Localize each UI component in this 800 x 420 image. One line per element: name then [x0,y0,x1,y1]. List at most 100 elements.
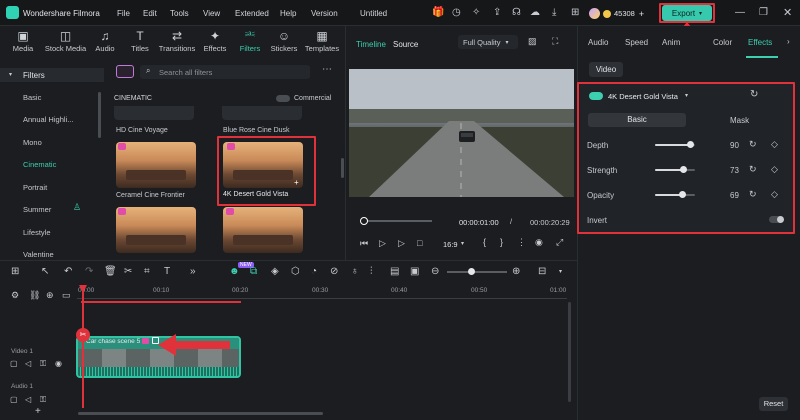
layout-icon[interactable]: ⊞ [11,266,19,277]
menu-version[interactable]: Version [311,9,338,18]
more-icon[interactable]: ⋮ [517,237,526,248]
tab-timeline[interactable]: Timeline [356,40,386,49]
expand-icon[interactable]: ⤢ [556,237,563,248]
avatar[interactable] [589,8,600,19]
menu-help[interactable]: Help [280,9,296,18]
close-icon[interactable]: ✕ [783,6,792,19]
menu-view[interactable]: View [203,9,220,18]
mic-icon[interactable]: ♁ [351,266,359,277]
timeline-hscroll[interactable] [78,412,323,415]
chevron-right-icon[interactable]: › [787,37,790,46]
menu-extended[interactable]: Extended [235,9,269,18]
fullscreen-icon[interactable]: ⛶ [552,36,558,47]
grid-scrollbar[interactable] [341,158,344,178]
quality-select[interactable]: Full Quality ▾ [458,35,518,49]
work-area-bar[interactable] [81,301,241,303]
gift-icon[interactable]: 🎁 [432,7,444,18]
subtab-video[interactable]: Video [589,62,623,77]
cloud-icon[interactable]: ☁ [530,7,540,18]
add-icon[interactable]: + [35,406,41,417]
filter-card-ceramel[interactable] [116,142,196,188]
split-handle-icon[interactable]: ✂ [76,328,90,342]
sidebar-scrollbar[interactable] [98,92,101,138]
add-track-icon[interactable]: ⊕ [46,290,54,301]
tool-templates[interactable]: ▦ Templates [302,28,342,53]
undo-icon[interactable]: ↶ [64,266,72,277]
camera-icon[interactable]: ◉ [535,237,543,248]
tool-stock-media[interactable]: ◫ Stock Media [43,28,88,53]
mark-in-icon[interactable]: { [483,237,486,247]
lock-icon[interactable]: ⚿ [40,395,46,405]
tab-source[interactable]: Source [393,40,418,49]
mark-out-icon[interactable]: } [500,237,503,247]
tab-audio[interactable]: Audio [588,38,608,47]
crop-icon[interactable]: ⌗ [144,266,150,277]
sidebar-item-lifestyle[interactable]: Lifestyle [23,228,51,237]
more-tools-icon[interactable]: » [190,266,196,277]
select-tool-icon[interactable]: ↖ [41,266,49,277]
mixer-icon[interactable]: ⫶ [370,266,373,277]
shield-icon[interactable]: ⬡ [291,266,300,277]
progress-knob[interactable] [360,217,368,225]
progress-track[interactable] [362,220,432,222]
speaker-icon[interactable]: ◁ [25,395,31,404]
credits-badge[interactable]: 45308 + [603,7,644,20]
favorites-button[interactable] [116,65,134,78]
grid-icon[interactable]: ⊞ [571,7,579,18]
filter-card[interactable] [223,207,303,253]
track-settings-icon[interactable]: ⚙ [11,290,19,301]
clock-icon[interactable]: ◷ [452,7,461,18]
sidebar-item-valentine[interactable]: Valentine [23,250,54,259]
step-back-icon[interactable]: ▷ [379,238,386,249]
sidebar-header[interactable] [0,68,104,82]
maximize-icon[interactable]: ❐ [759,7,768,18]
motion-icon[interactable]: ⊘ [330,266,338,277]
share-icon[interactable]: ⇪ [493,7,501,18]
sidebar-item-mono[interactable]: Mono [23,138,42,147]
commercial-toggle[interactable] [276,95,290,102]
prev-frame-icon[interactable]: ⏮ [360,238,368,249]
snap-icon[interactable]: ⧉ [250,266,257,277]
menu-file[interactable]: File [117,9,130,18]
headset-icon[interactable]: ☊ [512,7,521,18]
menu-edit[interactable]: Edit [143,9,157,18]
aspect-ratio[interactable]: 16:9 [443,240,458,249]
sidebar-item-cinematic[interactable]: Cinematic [23,160,56,169]
sidebar-item-basic[interactable]: Basic [23,93,41,102]
tool-titles[interactable]: T Titles [120,28,160,53]
eye-icon[interactable]: ◉ [55,359,62,368]
sidebar-item-portrait[interactable]: Portrait [23,183,47,192]
render-icon[interactable]: ▤ [390,266,399,277]
stop-icon[interactable]: □ [417,238,422,248]
tool-stickers[interactable]: ☺ Stickers [265,28,303,53]
reset-button[interactable]: Reset [759,397,788,411]
redo-icon[interactable]: ↷ [85,266,93,277]
tab-animation[interactable]: Anim [662,38,680,47]
snapshot-icon[interactable]: ▨ [528,36,537,47]
delete-icon[interactable]: 🗑 [104,266,117,277]
download-icon[interactable]: ⤓ [552,7,556,18]
menu-tools[interactable]: Tools [170,9,189,18]
play-icon[interactable]: ▷ [398,238,405,249]
zoom-slider-track[interactable] [447,271,507,273]
plus-icon[interactable]: + [639,9,644,19]
more-options-icon[interactable]: ⋯ [322,64,332,75]
folder-icon[interactable]: ▢ [10,395,18,404]
filter-card-partial[interactable] [222,106,302,120]
chevron-down-icon[interactable]: ▾ [559,268,562,275]
sidebar-item-summer[interactable]: Summer [23,205,51,214]
folder-icon[interactable]: ▢ [10,359,18,368]
speaker-icon[interactable]: ◁ [25,359,31,368]
search-input[interactable]: Search all filters [159,68,212,77]
timeline-vscroll[interactable] [568,302,571,402]
track-layout-icon[interactable]: ▭ [62,290,71,301]
link-icon[interactable]: ⛓ [29,290,40,301]
playhead-line[interactable] [82,286,84,408]
marker-icon[interactable]: ◈ [271,266,279,277]
zoom-slider-knob[interactable] [468,268,475,275]
text-tool-icon[interactable]: T [164,266,170,277]
lightbulb-icon[interactable]: ✧ [472,7,480,18]
tab-speed[interactable]: Speed [625,38,648,47]
tool-effects[interactable]: ✦ Effects [195,28,235,53]
minimize-icon[interactable]: — [735,7,745,18]
